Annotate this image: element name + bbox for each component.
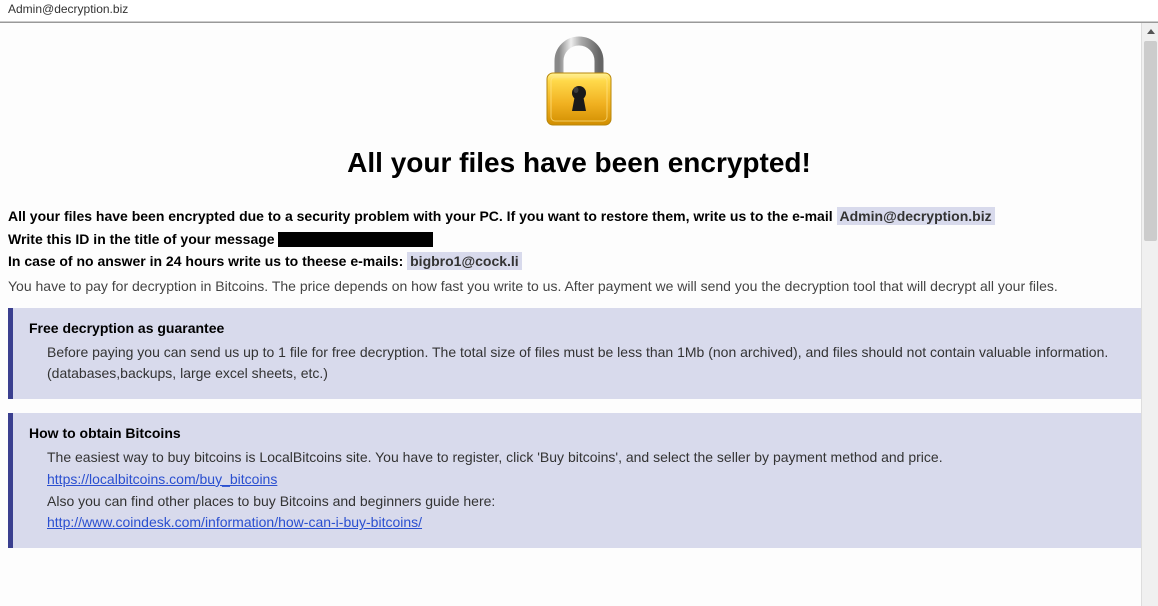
scroll-up-button[interactable] — [1142, 23, 1158, 40]
content-area: All your files have been encrypted! All … — [0, 22, 1158, 606]
intro-line-1: All your files have been encrypted due t… — [8, 207, 1150, 227]
redacted-id — [278, 232, 433, 247]
window-title: Admin@decryption.biz — [8, 2, 128, 16]
localbitcoins-link[interactable]: https://localbitcoins.com/buy_bitcoins — [47, 471, 277, 487]
backup-email-label: In case of no answer in 24 hours write u… — [8, 253, 407, 269]
obtain-bitcoins-box: How to obtain Bitcoins The easiest way t… — [8, 413, 1150, 548]
free-decryption-box: Free decryption as guarantee Before payi… — [8, 308, 1150, 399]
id-instruction: Write this ID in the title of your messa… — [8, 231, 278, 247]
scroll-thumb[interactable] — [1144, 41, 1157, 241]
padlock-icon — [539, 117, 619, 134]
primary-email: Admin@decryption.biz — [837, 207, 995, 225]
box1-text: Before paying you can send us up to 1 fi… — [29, 342, 1134, 385]
box2-body: The easiest way to buy bitcoins is Local… — [29, 447, 1134, 534]
window-title-bar: Admin@decryption.biz — [0, 0, 1158, 22]
payment-note: You have to pay for decryption in Bitcoi… — [8, 278, 1150, 294]
box2-text2: Also you can find other places to buy Bi… — [47, 491, 1134, 513]
main-heading: All your files have been encrypted! — [8, 147, 1150, 179]
vertical-scrollbar[interactable] — [1141, 23, 1158, 606]
intro-line-3: In case of no answer in 24 hours write u… — [8, 252, 1150, 272]
backup-email: bigbro1@cock.li — [407, 252, 522, 270]
box2-title: How to obtain Bitcoins — [29, 425, 1134, 441]
coindesk-link[interactable]: http://www.coindesk.com/information/how-… — [47, 514, 422, 530]
box2-text1: The easiest way to buy bitcoins is Local… — [47, 447, 1134, 469]
box1-title: Free decryption as guarantee — [29, 320, 1134, 336]
document-body: All your files have been encrypted! All … — [0, 23, 1158, 606]
lock-icon-wrap — [8, 35, 1150, 135]
intro-line-2: Write this ID in the title of your messa… — [8, 230, 1150, 250]
intro-text: All your files have been encrypted due t… — [8, 208, 837, 224]
